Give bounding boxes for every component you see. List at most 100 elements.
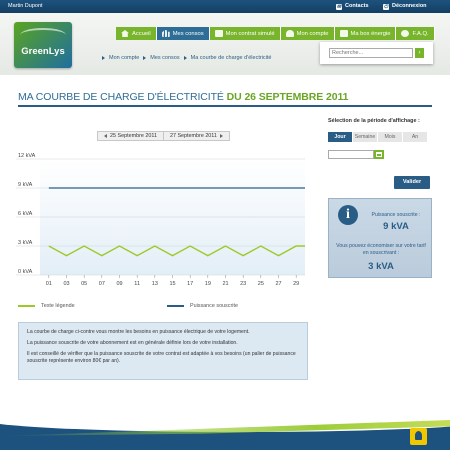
legend-label: Texte légende bbox=[41, 303, 75, 309]
nav-item-accueil[interactable]: Accueil bbox=[116, 27, 157, 40]
contacts-link[interactable]: ✉ Contacts bbox=[336, 0, 369, 13]
nav-item-ma-box[interactable]: Ma box énergie bbox=[334, 27, 397, 40]
title-date: DU 26 SEPTEMBRE 2011 bbox=[226, 91, 349, 103]
legend-item-subscribed: Puissance souscrite bbox=[167, 303, 238, 309]
arrow-left-icon bbox=[104, 134, 107, 138]
nav-item-mes-consos[interactable]: Mes consos bbox=[156, 27, 210, 40]
bar-chart-icon bbox=[161, 30, 170, 37]
legend-item-consumption: Texte légende bbox=[18, 303, 75, 309]
logo-swoosh bbox=[20, 28, 66, 42]
nav-label: Mon compte bbox=[296, 30, 329, 37]
tab-jour[interactable]: Jour bbox=[328, 132, 353, 142]
prev-day-button[interactable]: 25 Septembre 2011 bbox=[98, 132, 163, 140]
power-icon: ⏻ bbox=[383, 3, 389, 10]
prev-day-label: 25 Septembre 2011 bbox=[110, 132, 157, 139]
legend-swatch-green bbox=[18, 305, 35, 307]
info-paragraph: La puissance souscrite de votre abonneme… bbox=[27, 340, 238, 346]
nav-label: Mes consos bbox=[172, 30, 204, 37]
x-tick-label: 11 bbox=[134, 281, 140, 287]
nav-label: Accueil bbox=[132, 30, 151, 37]
question-icon bbox=[401, 30, 410, 37]
tab-an[interactable]: An bbox=[403, 132, 428, 142]
x-tick-label: 09 bbox=[116, 281, 122, 287]
next-day-label: 27 Septembre 2011 bbox=[169, 132, 217, 139]
nav-item-mon-compte[interactable]: Mon compte bbox=[280, 27, 335, 40]
y-tick-label: 0 kVA bbox=[18, 269, 33, 275]
x-tick-label: 25 bbox=[258, 281, 264, 287]
y-tick-label: 12 kVA bbox=[18, 153, 36, 159]
greenlys-logo[interactable]: GreenLys bbox=[14, 22, 72, 68]
y-tick-label: 3 kVA bbox=[18, 240, 33, 246]
info-paragraph: Il est conseillé de vérifier que la puis… bbox=[27, 351, 296, 364]
legend-swatch-blue bbox=[167, 305, 184, 307]
x-tick-label: 05 bbox=[81, 281, 87, 287]
x-tick-label: 19 bbox=[205, 281, 211, 287]
date-input[interactable] bbox=[328, 150, 374, 159]
breadcrumb-item[interactable]: Mon compte bbox=[109, 55, 139, 61]
nav-item-mon-contrat[interactable]: Mon contrat simulé bbox=[209, 27, 281, 40]
title-prefix: MA COURBE DE CHARGE D'ÉLECTRICITÉ bbox=[18, 91, 224, 103]
box-icon bbox=[339, 30, 348, 37]
x-tick-label: 27 bbox=[275, 281, 281, 287]
period-tabs: Jour Semaine Mois An bbox=[328, 132, 428, 142]
legend-label: Puissance souscrite bbox=[190, 303, 238, 309]
subscribed-power-box: i Puissance souscrite : 9 kVA Vous pouve… bbox=[328, 198, 432, 278]
home-icon bbox=[121, 30, 129, 37]
x-tick-label: 03 bbox=[63, 281, 69, 287]
badge-icon[interactable] bbox=[410, 428, 427, 445]
x-tick-label: 17 bbox=[187, 281, 193, 287]
subscribed-label: Puissance souscrite : bbox=[371, 212, 421, 218]
tab-mois[interactable]: Mois bbox=[378, 132, 403, 142]
date-navigation: 25 Septembre 2011 27 Septembre 2011 bbox=[97, 131, 230, 141]
next-day-button[interactable]: 27 Septembre 2011 bbox=[162, 132, 229, 140]
nav-label: F.A.Q. bbox=[412, 30, 429, 37]
x-tick-label: 01 bbox=[46, 281, 52, 287]
breadcrumb-arrow-icon bbox=[143, 56, 147, 60]
info-box: La courbe de charge ci-contre vous montr… bbox=[18, 322, 308, 380]
search-box: › bbox=[320, 42, 433, 64]
logo-text: GreenLys bbox=[21, 46, 65, 57]
tab-semaine[interactable]: Semaine bbox=[353, 132, 378, 142]
savings-value: 3 kVA bbox=[368, 261, 394, 272]
info-icon: i bbox=[338, 205, 358, 225]
info-paragraph: La courbe de charge ci-contre vous montr… bbox=[27, 329, 250, 335]
y-tick-label: 9 kVA bbox=[18, 182, 33, 188]
savings-label: Vous pouvez économiser sur votre tarif e… bbox=[336, 243, 426, 256]
search-button[interactable]: › bbox=[415, 48, 424, 58]
top-bar: Martin Dupont ✉ Contacts ⏻ Déconnexion bbox=[0, 0, 450, 13]
nav-item-faq[interactable]: F.A.Q. bbox=[396, 27, 435, 40]
calendar-icon bbox=[214, 30, 223, 37]
contacts-label: Contacts bbox=[345, 3, 369, 9]
user-name: Martin Dupont bbox=[8, 3, 43, 9]
x-tick-label: 15 bbox=[169, 281, 175, 287]
page: { "topbar": { "user_name": "Martin Dupon… bbox=[0, 0, 450, 450]
badge-figure bbox=[415, 431, 422, 440]
y-tick-label: 6 kVA bbox=[18, 211, 33, 217]
x-tick-label: 21 bbox=[222, 281, 228, 287]
page-title: MA COURBE DE CHARGE D'ÉLECTRICITÉ DU 26 … bbox=[18, 91, 348, 103]
period-selection-title: Sélection de la période d'affichage : bbox=[328, 118, 420, 124]
breadcrumb-arrow-icon bbox=[102, 56, 105, 60]
arrow-right-icon bbox=[219, 134, 223, 138]
x-tick-label: 07 bbox=[99, 281, 105, 287]
breadcrumb-item-current: Ma courbe de charge d'électricité bbox=[190, 55, 272, 61]
calendar-icon bbox=[376, 152, 382, 157]
subscribed-value: 9 kVA bbox=[383, 221, 409, 232]
breadcrumb-item[interactable]: Mes consos bbox=[150, 55, 179, 61]
search-input[interactable] bbox=[329, 48, 413, 58]
breadcrumb: Mon compte Mes consos Ma courbe de charg… bbox=[102, 55, 271, 61]
validate-button[interactable]: Valider bbox=[394, 176, 430, 189]
user-icon bbox=[285, 30, 294, 37]
logout-link[interactable]: ⏻ Déconnexion bbox=[383, 0, 427, 13]
nav-label: Ma box énergie bbox=[350, 30, 391, 37]
calendar-button[interactable] bbox=[374, 150, 384, 159]
main-nav: Accueil Mes consos Mon contrat simulé Mo… bbox=[116, 27, 435, 40]
x-tick-label: 23 bbox=[240, 281, 246, 287]
breadcrumb-arrow-icon bbox=[183, 56, 187, 60]
logout-label: Déconnexion bbox=[392, 3, 427, 9]
footer bbox=[0, 420, 450, 450]
load-curve-chart: 12 kVA 9 kVA 6 kVA 3 kVA 0 kVA 01 03 05 07 09 11 13… bbox=[16, 153, 305, 287]
x-tick-label: 13 bbox=[152, 281, 158, 287]
nav-label: Mon contrat simulé bbox=[225, 30, 275, 37]
x-tick-label: 29 bbox=[293, 281, 299, 287]
